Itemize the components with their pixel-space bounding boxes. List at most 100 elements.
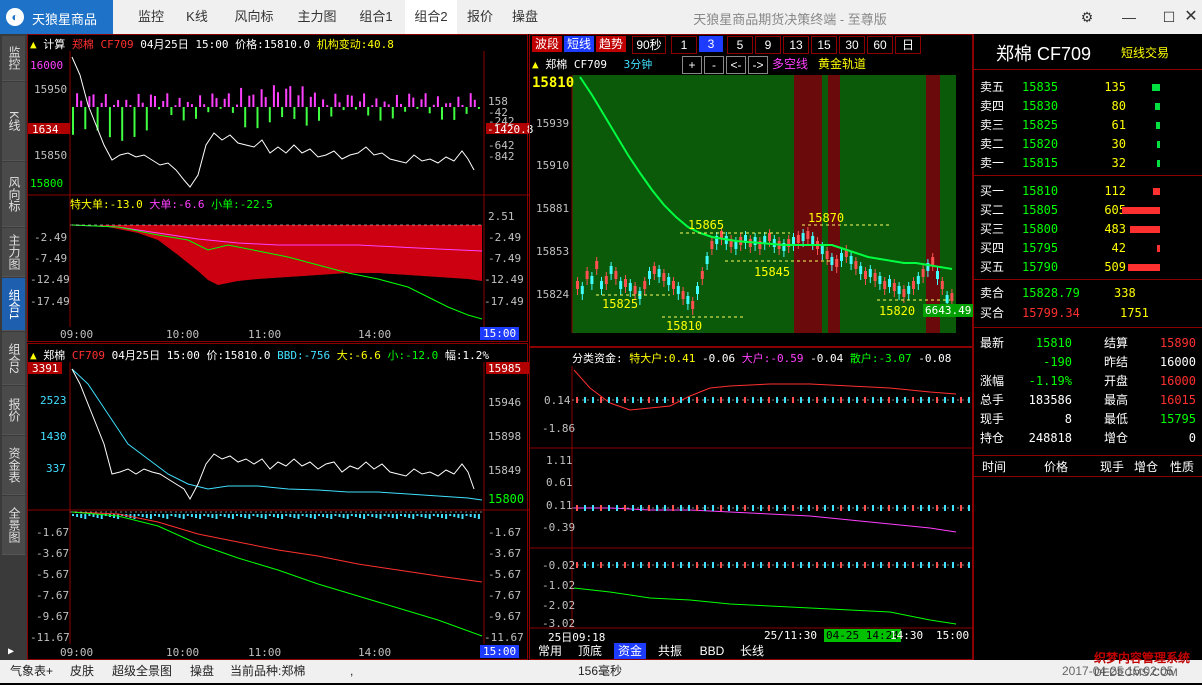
volume-bar: [108, 107, 111, 138]
book-volume: 32: [1111, 156, 1126, 170]
fund-tick: [664, 505, 666, 511]
price-axis-label: 15950: [34, 83, 68, 96]
volume-bar: [182, 107, 185, 121]
bbd-bar: [190, 514, 193, 517]
maximize-icon[interactable]: ☐: [1158, 6, 1180, 28]
candle-body: [801, 233, 805, 241]
volume-bar: [84, 107, 87, 130]
book-price: 15830: [1022, 99, 1059, 113]
fund-tick: [600, 397, 602, 403]
tab-long-term[interactable]: 长线: [736, 643, 768, 659]
fund-axis-label: -1.67: [36, 526, 70, 539]
fund-tick: [656, 505, 658, 511]
volume-axis-label: -842: [488, 150, 515, 163]
tab-top-bottom[interactable]: 顶底: [574, 643, 606, 659]
volume-bar: [215, 98, 218, 107]
buy-row[interactable]: 买三 15800 483: [974, 220, 1202, 239]
settings-icon[interactable]: ⚙: [1076, 6, 1098, 28]
menu-main-chart[interactable]: 主力图: [288, 0, 346, 34]
sell-row[interactable]: 卖二 15820 30: [974, 135, 1202, 154]
bbd-bar: [322, 514, 325, 517]
bbd-bar: [383, 514, 386, 516]
buy-row[interactable]: 买一 15810 112: [974, 182, 1202, 201]
book-label: 买五: [980, 260, 1005, 274]
vtab-quote[interactable]: 报价: [2, 386, 25, 435]
candle-body: [681, 291, 685, 299]
fund-tick: [824, 505, 826, 511]
book-label: 买一: [980, 184, 1005, 198]
fund-tick: [824, 562, 826, 568]
trade-mode[interactable]: 短线交易: [1121, 44, 1169, 61]
price-annotation: 15870: [808, 211, 845, 225]
vtab-main-chart[interactable]: 主力图: [2, 228, 25, 277]
intraday-panel: ▲ 计算 郑棉 CF709 04月25日 15:00 价格:15810.0 机构…: [27, 34, 533, 343]
menu-kline[interactable]: K线: [177, 0, 217, 34]
bbd-chart[interactable]: [28, 344, 529, 661]
candle-body: [835, 259, 839, 267]
vtab-combo1[interactable]: 组合1: [2, 278, 25, 331]
vtab-combo2[interactable]: 组合2: [2, 332, 25, 385]
vtab-panorama[interactable]: 全景图: [2, 496, 25, 555]
kline-chart[interactable]: [530, 35, 974, 348]
fund-tick: [744, 562, 746, 568]
status-trade[interactable]: 操盘: [190, 660, 214, 683]
scroll-arrow-icon[interactable]: ▶: [8, 646, 14, 657]
bbd-bar: [424, 514, 427, 518]
menu-wind-vane[interactable]: 风向标: [225, 0, 283, 34]
candle-body: [940, 281, 944, 289]
sell-aggregate: 卖合 15828.79 338: [980, 286, 1136, 300]
fund-tick: [688, 505, 690, 511]
fund-tick: [704, 562, 706, 568]
bbd-bar: [211, 514, 214, 518]
fund-tick: [864, 562, 866, 568]
vtab-kline[interactable]: K线: [2, 82, 25, 161]
tab-common[interactable]: 常用: [534, 643, 566, 659]
menu-combo1[interactable]: 组合1: [350, 0, 402, 34]
vtab-fund-table[interactable]: 资金表: [2, 436, 25, 495]
status-weather[interactable]: 气象表+: [10, 660, 53, 683]
sell-row[interactable]: 卖三 15825 61: [974, 116, 1202, 135]
volume-bar: [178, 97, 181, 107]
minimize-icon[interactable]: —: [1118, 6, 1140, 28]
status-panorama[interactable]: 超级全景图: [112, 660, 172, 683]
vtab-monitor[interactable]: 监控: [2, 36, 25, 81]
status-skin[interactable]: 皮肤: [70, 660, 94, 683]
menu-combo2[interactable]: 组合2: [405, 0, 457, 34]
stat-label: 结算: [1104, 336, 1129, 350]
sell-row[interactable]: 卖一 15815 32: [974, 154, 1202, 173]
tab-funds[interactable]: 资金: [614, 643, 646, 659]
candle-body: [662, 273, 666, 281]
candle-body: [652, 266, 656, 274]
intraday-chart[interactable]: [28, 35, 529, 343]
fund-tick: [904, 562, 906, 568]
tick-table-header: 时间 价格 现手 增仓 性质: [974, 455, 1202, 477]
candle-body: [811, 236, 815, 244]
flow-axis-label: -7.49: [488, 252, 522, 265]
fund-tick: [912, 397, 914, 403]
col-nature: 性质: [1170, 460, 1195, 474]
volume-bar: [285, 88, 288, 107]
buy-row[interactable]: 买二 15805 605: [974, 201, 1202, 220]
stat-value: 16000: [1159, 374, 1196, 388]
tab-resonance[interactable]: 共振: [654, 643, 686, 659]
fund-tick: [952, 562, 954, 568]
candle-body: [840, 253, 843, 261]
time-axis-label: 09:00: [60, 646, 94, 659]
vtab-wind-vane[interactable]: 风向标: [2, 162, 25, 227]
fund-tick: [888, 397, 890, 403]
sell-row[interactable]: 卖五 15835 135: [974, 78, 1202, 97]
menu-quote[interactable]: 报价: [460, 0, 500, 34]
tab-bbd[interactable]: BBD: [696, 643, 728, 659]
menu-monitor[interactable]: 监控: [125, 0, 177, 34]
volume-bar: [231, 107, 234, 113]
fund-tick: [760, 397, 762, 403]
buy-row[interactable]: 买五 15790 509: [974, 258, 1202, 277]
menu-trade[interactable]: 操盘: [505, 0, 545, 34]
buy-row[interactable]: 买四 15795 42: [974, 239, 1202, 258]
book-price: 15820: [1022, 137, 1059, 151]
close-icon[interactable]: ✕: [1180, 6, 1202, 28]
sell-row[interactable]: 卖四 15830 80: [974, 97, 1202, 116]
price-annotation: 15820: [879, 304, 916, 318]
fund-chart[interactable]: [530, 348, 974, 661]
app-logo[interactable]: ◐ 天狼星商品: [0, 0, 113, 34]
